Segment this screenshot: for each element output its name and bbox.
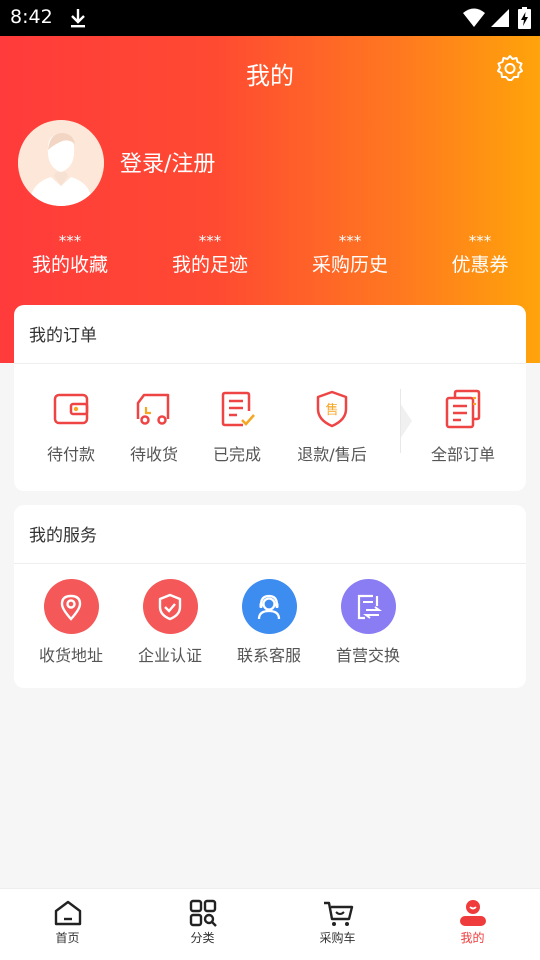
tab-label: 采购车 <box>319 931 356 945</box>
shield-sale-icon: 售 <box>316 390 348 428</box>
stat-label: 我的足迹 <box>171 254 248 276</box>
tab-label: 首页 <box>55 931 80 945</box>
stat-favorites[interactable]: *** 我的收藏 <box>0 232 140 280</box>
order-label: 待收货 <box>129 445 178 464</box>
profile-icon <box>459 900 486 926</box>
signal-icon <box>491 9 509 27</box>
service-shipping-address[interactable]: 收货地址 <box>34 579 108 666</box>
tab-label: 我的 <box>460 931 485 945</box>
service-label: 首营交换 <box>335 646 400 665</box>
order-label: 退款/售后 <box>297 445 367 464</box>
wifi-icon <box>463 8 485 27</box>
documents-icon <box>445 389 481 429</box>
bottom-tab-bar: 首页 分类 采购车 我的 <box>0 888 540 960</box>
stat-value: *** <box>338 232 362 250</box>
checklist-icon <box>221 391 255 427</box>
service-label: 联系客服 <box>236 646 301 665</box>
service-customer-support[interactable]: 联系客服 <box>232 579 306 666</box>
avatar[interactable] <box>18 120 104 206</box>
stats-row: *** 我的收藏 *** 我的足迹 *** 采购历史 *** 优惠券 <box>0 232 540 292</box>
stat-label: 优惠券 <box>451 254 509 276</box>
location-pin-icon <box>60 594 82 621</box>
order-pending-receipt[interactable]: 待收货 <box>119 389 189 465</box>
stat-coupons[interactable]: *** 优惠券 <box>410 232 540 280</box>
order-label: 已完成 <box>212 445 261 464</box>
shield-check-icon <box>158 593 182 620</box>
service-label: 企业认证 <box>137 646 202 665</box>
settings-gear-icon[interactable] <box>496 54 524 82</box>
stat-value: *** <box>468 232 492 250</box>
order-pending-payment[interactable]: 待付款 <box>36 389 106 465</box>
order-label: 待付款 <box>46 445 95 464</box>
battery-icon <box>518 7 531 29</box>
divider <box>14 363 526 364</box>
orders-title: 我的订单 <box>29 326 97 346</box>
wallet-icon <box>53 393 89 425</box>
order-label: 全部订单 <box>430 445 495 464</box>
order-refund-aftersale[interactable]: 售 退款/售后 <box>286 389 378 465</box>
stat-label: 采购历史 <box>311 254 388 276</box>
tab-cart[interactable]: 采购车 <box>270 889 405 960</box>
order-completed[interactable]: 已完成 <box>202 389 272 465</box>
service-enterprise-cert[interactable]: 企业认证 <box>133 579 207 666</box>
user-silhouette-icon <box>18 120 104 206</box>
svg-text:售: 售 <box>325 402 338 418</box>
page-title: 我的 <box>246 62 294 90</box>
truck-icon <box>136 393 170 425</box>
stat-value: *** <box>198 232 222 250</box>
service-icon-circle <box>241 579 297 634</box>
service-icon-circle <box>142 579 198 634</box>
status-bar: 8:42 <box>0 0 540 36</box>
stat-label: 我的收藏 <box>31 254 108 276</box>
separator-arrow-icon <box>400 389 412 453</box>
stat-value: *** <box>58 232 82 250</box>
services-title: 我的服务 <box>29 526 97 546</box>
order-all[interactable]: 全部订单 <box>425 389 501 465</box>
services-card: 我的服务 收货地址 企业认证 联系客服 首营交换 <box>14 505 526 688</box>
service-first-exchange[interactable]: 首营交换 <box>331 579 405 666</box>
category-icon <box>189 899 217 927</box>
service-label: 收货地址 <box>38 646 103 665</box>
service-icon-circle <box>340 579 396 634</box>
divider <box>14 563 526 564</box>
tab-label: 分类 <box>190 931 215 945</box>
download-icon <box>71 9 85 28</box>
tab-home[interactable]: 首页 <box>0 889 135 960</box>
service-icon-circle <box>43 579 99 634</box>
exchange-doc-icon <box>357 594 382 619</box>
home-icon <box>54 900 81 926</box>
orders-card: 我的订单 待付款 待收货 已完成 售 退款/售后 全部订单 <box>14 305 526 491</box>
tab-category[interactable]: 分类 <box>135 889 270 960</box>
stat-purchase-history[interactable]: *** 采购历史 <box>280 232 420 280</box>
status-time: 8:42 <box>10 6 53 28</box>
cart-icon <box>323 901 353 926</box>
tab-profile[interactable]: 我的 <box>405 889 540 960</box>
login-register-link[interactable]: 登录/注册 <box>120 146 215 178</box>
stat-footprints[interactable]: *** 我的足迹 <box>140 232 280 280</box>
headset-agent-icon <box>257 594 281 619</box>
